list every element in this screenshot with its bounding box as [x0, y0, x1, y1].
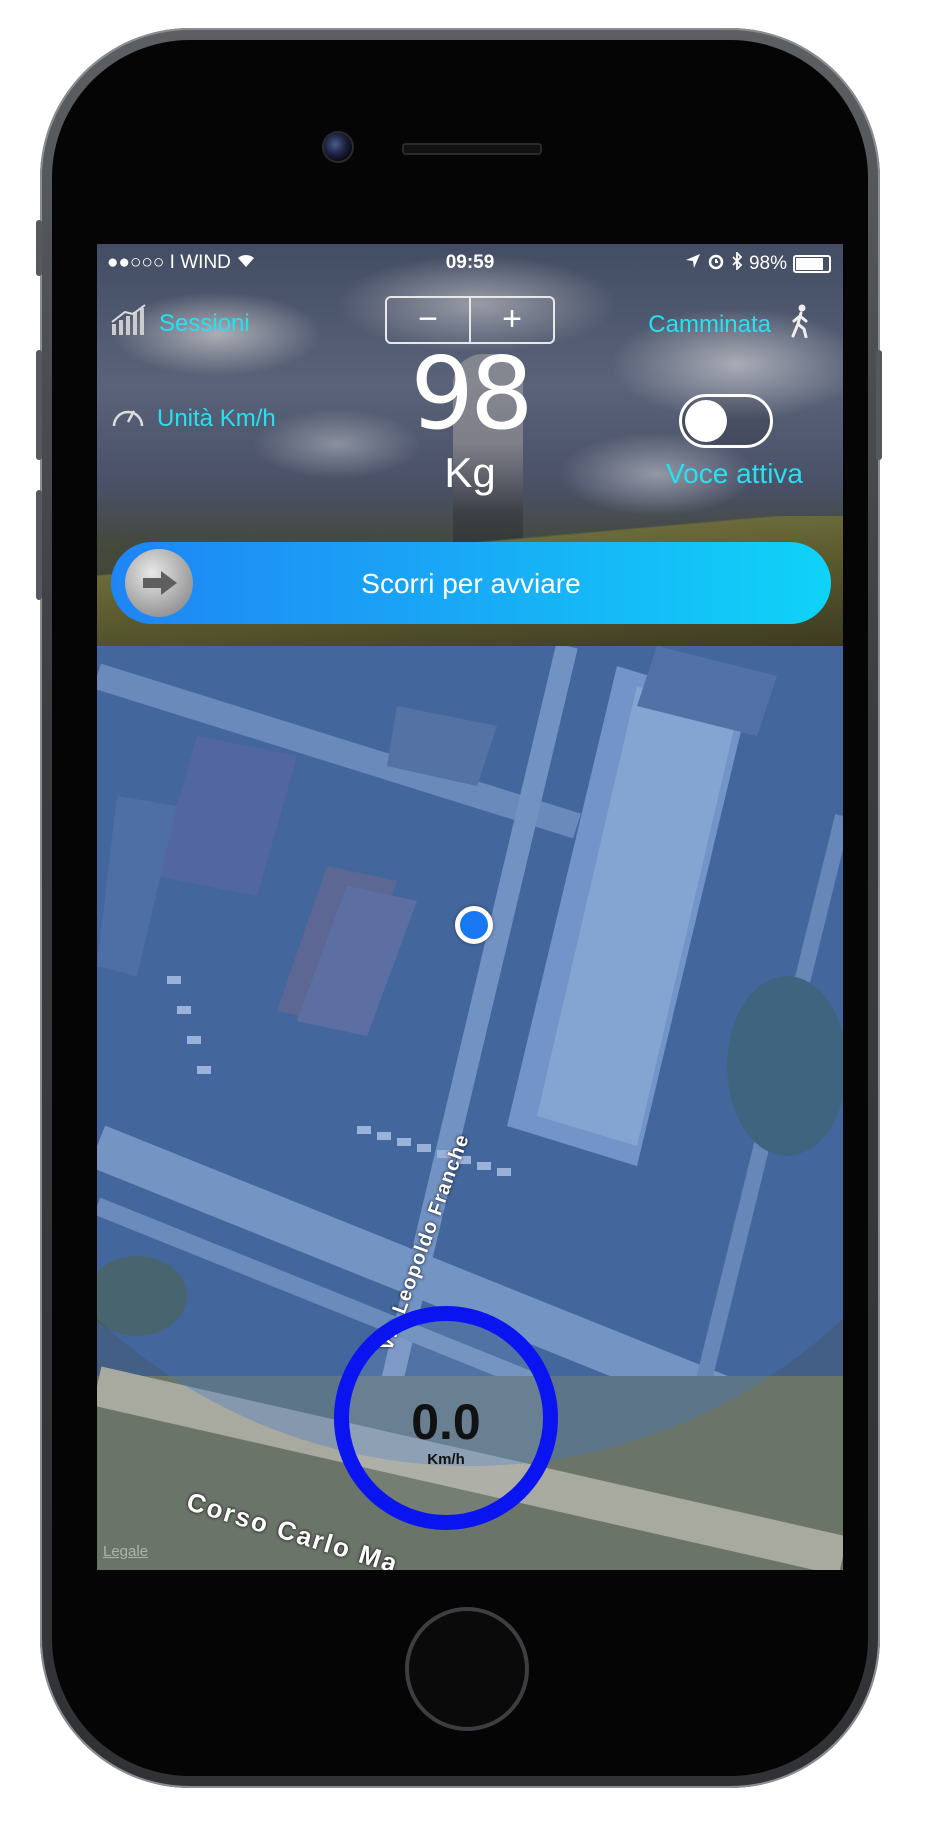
slide-to-start[interactable]: Scorri per avviare [111, 542, 831, 624]
legal-link[interactable]: Legale [103, 1543, 148, 1560]
battery-icon [793, 255, 831, 273]
status-icons: 98% [685, 250, 831, 276]
map-view[interactable]: Via Leopoldo Franche Corso Carlo Ma Lega… [97, 646, 843, 1570]
walking-icon [789, 304, 813, 345]
sessions-button[interactable]: Sessioni [111, 304, 250, 343]
location-arrow-icon [685, 253, 701, 275]
activity-label: Camminata [648, 310, 771, 338]
alarm-icon [707, 252, 725, 276]
voice-toggle-knob [685, 400, 727, 442]
speedometer: 0.0 Km/h [334, 1306, 558, 1530]
sessions-label: Sessioni [159, 309, 250, 337]
status-bar: ●●○○○ I WIND 09:59 98% [97, 250, 843, 278]
silent-switch [36, 220, 42, 276]
app-screen: ●●○○○ I WIND 09:59 98% Sessioni Unità Km… [97, 244, 843, 1570]
current-location-marker [455, 906, 493, 944]
home-button[interactable] [405, 1607, 529, 1731]
speed-value: 0.0 [411, 1394, 481, 1450]
bar-chart-icon [111, 304, 147, 343]
earpiece-speaker [402, 143, 542, 155]
bluetooth-icon [731, 250, 743, 276]
front-camera [322, 131, 354, 163]
volume-down-button [36, 490, 42, 600]
battery-level [796, 258, 823, 270]
voice-toggle[interactable] [679, 394, 773, 448]
power-button [876, 350, 882, 460]
battery-percent: 98% [748, 253, 787, 274]
volume-up-button [36, 350, 42, 460]
slider-label: Scorri per avviare [361, 568, 581, 599]
voice-label: Voce attiva [666, 458, 803, 489]
activity-type-button[interactable]: Camminata [648, 304, 813, 345]
speed-unit: Km/h [427, 1451, 465, 1468]
